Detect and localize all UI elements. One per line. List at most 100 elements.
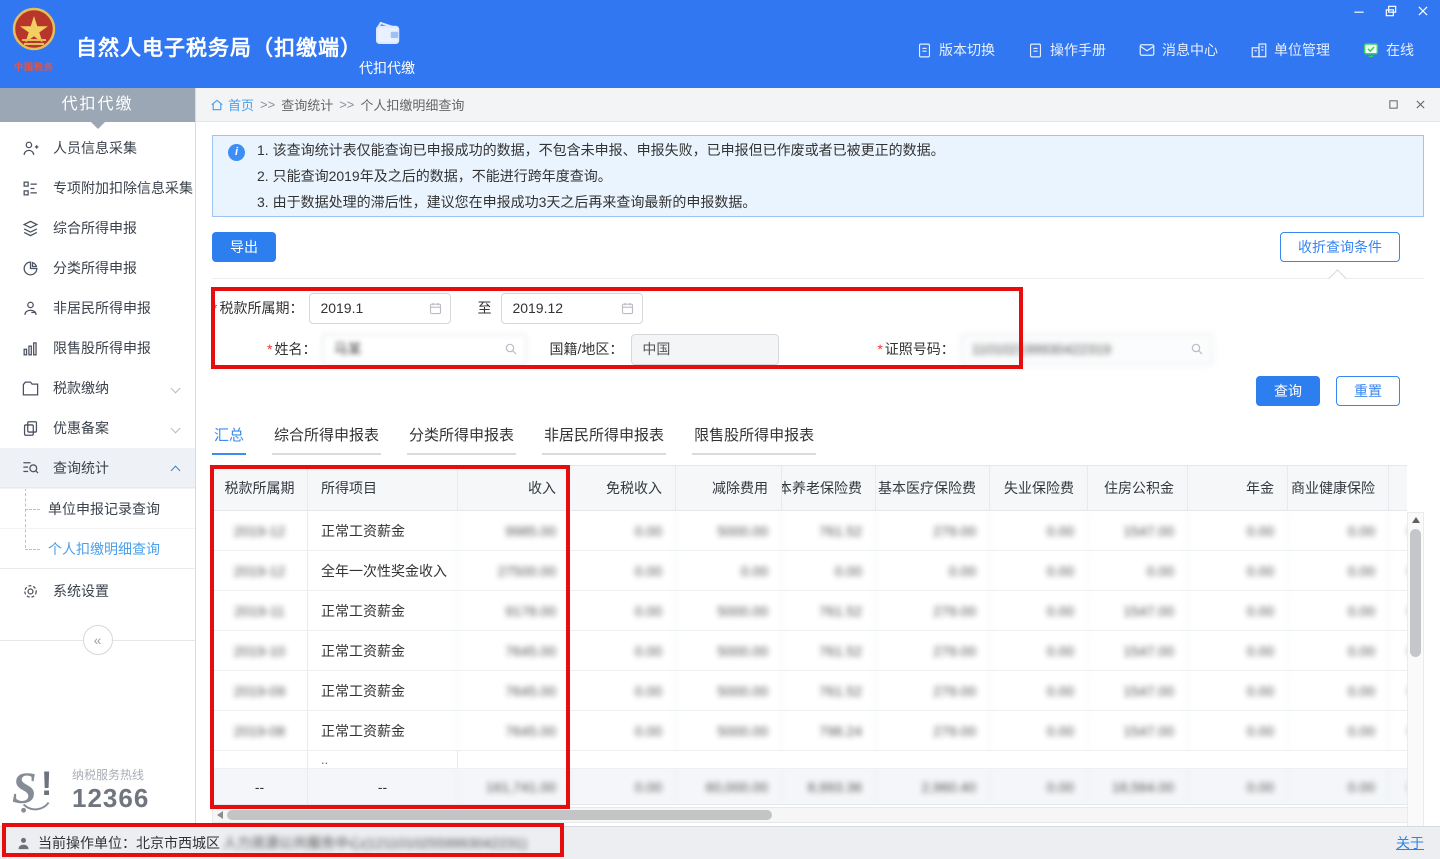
sidebar-item-settings[interactable]: 系统设置 [0,569,195,613]
table-cell: 1547.00 [1087,711,1187,750]
pane-close-icon[interactable] [1415,99,1426,110]
table-cell: 279.00 [875,671,989,710]
table-cell: 基本养老保险费 [781,466,875,510]
folder-icon [20,379,40,398]
sidebar-subitem[interactable]: 个人扣缴明细查询 [0,528,195,568]
breadcrumb-item-query-stats[interactable]: 查询统计 [281,95,333,114]
table-cell: -- [212,769,307,804]
sidebar-item[interactable]: 人员信息采集 [0,128,195,168]
minimize-icon[interactable] [1352,4,1366,18]
horizontal-scroll-thumb[interactable] [227,810,772,820]
sidebar-item[interactable]: 分类所得申报 [0,248,195,288]
export-button[interactable]: 导出 [212,232,276,262]
close-icon[interactable] [1416,4,1430,18]
svg-text:!: ! [41,765,53,803]
sidebar-item-label: 税款缴纳 [53,378,109,398]
tab-item[interactable]: 限售股所得申报表 [692,424,816,455]
table-cell: 9985.00 [457,511,569,550]
table-cell: 0.00 [1187,671,1287,710]
id-number-input[interactable] [961,334,1213,365]
table-cell: 279.00 [875,631,989,670]
table-cell: 5000.00 [675,591,781,630]
page-title: 自然人电子税务局（扣缴端） [76,32,362,62]
tab-active[interactable]: 汇总 [212,424,246,455]
search-list-icon [20,458,40,477]
scroll-up-icon[interactable] [1412,517,1420,523]
table-row[interactable]: 2019-11正常工资薪金9178.000.005000.00761.52279… [212,591,1407,631]
header-menu-item[interactable]: 在线 [1362,40,1414,60]
tab-daikoudaijiao[interactable]: 代扣代缴 [348,18,426,78]
table-row[interactable]: 2019-09正常工资薪金7645.000.005000.00761.52279… [212,671,1407,711]
online-icon [1362,41,1380,59]
window-controls [1352,4,1430,18]
tab-item[interactable]: 非居民所得申报表 [542,424,666,455]
search-button[interactable]: 查询 [1256,376,1320,406]
table-cell: 18,564.00 [1087,769,1187,804]
chevron-up-icon [171,465,181,475]
calendar-icon[interactable] [428,301,443,316]
tax-emblem-logo [10,6,58,54]
table-cell: 2019-09 [212,671,307,710]
table-cell: 5000.00 [675,511,781,550]
to-label: 至 [477,298,491,318]
table-cell: 0.00 [1388,671,1407,710]
table-cell: 1547.00 [1087,671,1187,710]
table-cell: .. [307,751,457,768]
table-cell: 年金 [1187,466,1287,510]
sidebar-item[interactable]: 非居民所得申报 [0,288,195,328]
chevron-down-icon [171,383,181,393]
sidebar-collapse-button[interactable]: « [83,625,113,655]
vertical-scroll-thumb[interactable] [1410,529,1421,657]
scroll-left-icon[interactable] [217,811,223,819]
tab-item[interactable]: 分类所得申报表 [407,424,516,455]
about-link[interactable]: 关于 [1396,833,1424,853]
sidebar-item[interactable]: 综合所得申报 [0,208,195,248]
table-header-row: 税款所属期所得项目收入免税收入减除费用基本养老保险费基本医疗保险费失业保险费住房… [212,465,1407,511]
table-cell: 8,993.36 [781,769,875,804]
hotline-logo-icon: S ! [12,762,66,818]
collapse-query-button[interactable]: 收折查询条件 [1280,232,1400,262]
sidebar-item[interactable]: 限售股所得申报 [0,328,195,368]
table-cell: 0.00 [989,711,1087,750]
reset-button[interactable]: 重置 [1336,376,1400,406]
name-input[interactable] [322,334,527,365]
breadcrumb-home[interactable]: 首页 [210,95,254,114]
table-row[interactable]: 2019-10正常工资薪金7645.000.005000.00761.52279… [212,631,1407,671]
app-window: 中国税务 自然人电子税务局（扣缴端） 代扣代缴 版本切换操作手册消息中心单位管理… [0,0,1440,859]
restore-icon[interactable] [1384,4,1398,18]
table-cell: 2019-12 [212,551,307,590]
table-cell: 0.00 [1187,769,1287,804]
table-row[interactable]: 2019-12正常工资薪金9985.000.005000.00761.52279… [212,511,1407,551]
search-icon[interactable] [1189,341,1205,357]
pane-restore-icon[interactable] [1388,99,1399,110]
sidebar-item[interactable]: 税款缴纳 [0,368,195,408]
table-row[interactable]: 2019-12全年一次性奖金收入27500.000.000.000.000.00… [212,551,1407,591]
pie-icon [20,259,40,278]
sidebar-subitem[interactable]: 单位申报记录查询 [0,488,195,528]
header-menu-item[interactable]: 操作手册 [1027,40,1106,60]
table-cell: 1547.00 [1087,511,1187,550]
table-cell: 正常工资薪金 [307,631,457,670]
tab-item[interactable]: 综合所得申报表 [272,424,381,455]
header-menu-item[interactable]: 单位管理 [1250,40,1330,60]
search-icon[interactable] [503,341,519,357]
person-icon [20,299,40,318]
table-cell: 0.00 [569,769,675,804]
sidebar-item[interactable]: 查询统计 [0,448,195,488]
sidebar-item[interactable]: 专项附加扣除信息采集 [0,168,195,208]
calendar-icon[interactable] [620,301,635,316]
table-row[interactable]: 2019-08正常工资薪金7645.000.005000.00798.24279… [212,711,1407,751]
table-cell: 279.00 [875,591,989,630]
info-icon [228,144,245,161]
table-cell: 0.00 [1187,511,1287,550]
header-menu-item[interactable]: 消息中心 [1138,40,1218,60]
horizontal-scrollbar[interactable] [212,807,1424,823]
notice-line: 1. 该查询统计表仅能查询已申报成功的数据，不包含未申报、申报失败，已申报但已作… [257,137,1407,163]
hotline-label: 纳税服务热线 [72,766,149,783]
sidebar-item[interactable]: 优惠备案 [0,408,195,448]
table-cell: 5000.00 [675,671,781,710]
notice-line: 3. 由于数据处理的滞后性，建议您在申报成功3天之后再来查询最新的申报数据。 [257,189,1407,215]
header-menu-item[interactable]: 版本切换 [916,40,995,60]
copy-icon [20,419,40,438]
vertical-scrollbar[interactable] [1407,512,1424,826]
